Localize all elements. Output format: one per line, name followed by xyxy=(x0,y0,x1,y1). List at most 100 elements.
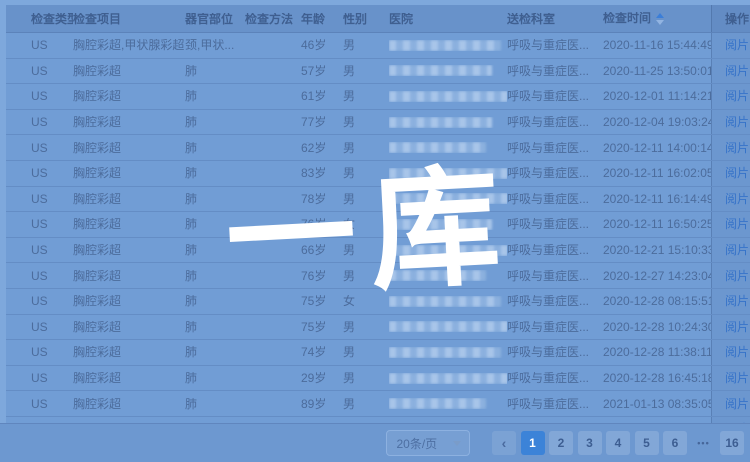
redacted-hospital-bar xyxy=(389,117,492,128)
cell-exam-item: 胸腔彩超 xyxy=(73,398,185,410)
view-film-link[interactable]: 阅片 xyxy=(725,65,749,77)
table-row: US 胸腔彩超 肺 29岁 男 呼吸与重症医... 2020-12-28 16:… xyxy=(6,366,750,392)
table-row: US 胸腔彩超 肺 61岁 男 呼吸与重症医... 2020-12-01 11:… xyxy=(6,84,750,110)
chevron-down-icon xyxy=(453,441,461,446)
cell-exam-type: US xyxy=(6,321,73,333)
view-film-link[interactable]: 阅片 xyxy=(725,142,749,154)
cell-organ: 肺 xyxy=(185,346,245,358)
cell-operation: 阅片 xyxy=(711,161,750,186)
page-number-button[interactable]: 1 xyxy=(521,431,545,455)
cell-age: 89岁 xyxy=(301,398,343,410)
view-film-link[interactable]: 阅片 xyxy=(725,244,749,256)
last-page-button[interactable]: 16 xyxy=(720,431,744,455)
table-row: US 胸腔彩超 肺 74岁 男 呼吸与重症医... 2020-12-28 11:… xyxy=(6,340,750,366)
header-hospital: 医院 xyxy=(389,13,507,25)
cell-operation: 阅片 xyxy=(711,340,750,365)
cell-exam-time: 2020-12-11 16:14:49 xyxy=(603,193,711,205)
pagination-ellipsis[interactable]: ••• xyxy=(692,431,716,455)
page-number-button[interactable]: 4 xyxy=(606,431,630,455)
radiology-exam-list-page: 检查类型 检查项目 器官部位 检查方法 年龄 性别 医院 送检科室 检查时间 操… xyxy=(0,0,750,462)
cell-exam-type: US xyxy=(6,116,73,128)
view-film-link[interactable]: 阅片 xyxy=(725,372,749,384)
cell-organ: 肺 xyxy=(185,321,245,333)
redacted-hospital-bar xyxy=(389,65,492,76)
cell-age: 77岁 xyxy=(301,116,343,128)
header-method: 检查方法 xyxy=(245,13,301,25)
cell-department: 呼吸与重症医... xyxy=(507,270,603,282)
cell-exam-type: US xyxy=(6,218,73,230)
view-film-link[interactable]: 阅片 xyxy=(725,39,749,51)
page-number-button[interactable]: 2 xyxy=(549,431,573,455)
cell-age: 57岁 xyxy=(301,65,343,77)
cell-gender: 男 xyxy=(343,116,389,128)
cell-gender: 男 xyxy=(343,167,389,179)
redacted-hospital-bar xyxy=(389,373,507,384)
cell-gender: 男 xyxy=(343,39,389,51)
redacted-hospital-bar xyxy=(389,193,507,204)
cell-age: 75岁 xyxy=(301,295,343,307)
header-gender: 性别 xyxy=(343,13,389,25)
page-number-button[interactable]: 3 xyxy=(578,431,602,455)
header-exam-time[interactable]: 检查时间 xyxy=(603,12,711,25)
view-film-link[interactable]: 阅片 xyxy=(725,346,749,358)
header-exam-item: 检查项目 xyxy=(73,13,185,25)
redacted-hospital-bar xyxy=(389,142,486,153)
cell-exam-time: 2020-12-11 16:50:25 xyxy=(603,218,711,230)
cell-hospital xyxy=(389,91,507,102)
cell-hospital xyxy=(389,117,507,128)
view-film-link[interactable]: 阅片 xyxy=(725,193,749,205)
cell-exam-item: 胸腔彩超 xyxy=(73,65,185,77)
cell-exam-time: 2020-12-28 11:38:11 xyxy=(603,346,711,358)
cell-age: 78岁 xyxy=(301,193,343,205)
table-row: US 胸腔彩超 肺 75岁 女 呼吸与重症医... 2020-12-28 08:… xyxy=(6,289,750,315)
cell-exam-time: 2020-12-28 08:15:51 xyxy=(603,295,711,307)
cell-exam-item: 胸腔彩超,甲状腺彩超 xyxy=(73,39,185,51)
cell-gender: 男 xyxy=(343,65,389,77)
cell-gender: 男 xyxy=(343,244,389,256)
header-age: 年龄 xyxy=(301,13,343,25)
view-film-link[interactable]: 阅片 xyxy=(725,398,749,410)
cell-exam-time: 2020-12-04 19:03:24 xyxy=(603,116,711,128)
cell-age: 74岁 xyxy=(301,346,343,358)
view-film-link[interactable]: 阅片 xyxy=(725,116,749,128)
view-film-link[interactable]: 阅片 xyxy=(725,218,749,230)
cell-organ: 肺 xyxy=(185,295,245,307)
view-film-link[interactable]: 阅片 xyxy=(725,270,749,282)
cell-exam-time: 2020-12-21 15:10:33 xyxy=(603,244,711,256)
cell-operation: 阅片 xyxy=(711,263,750,288)
view-film-link[interactable]: 阅片 xyxy=(725,90,749,102)
cell-operation: 阅片 xyxy=(711,110,750,135)
cell-exam-item: 胸腔彩超 xyxy=(73,372,185,384)
page-number-button[interactable]: 5 xyxy=(635,431,659,455)
header-exam-time-label: 检查时间 xyxy=(603,12,651,25)
prev-page-button[interactable]: ‹ xyxy=(492,431,516,455)
view-film-link[interactable]: 阅片 xyxy=(725,167,749,179)
cell-gender: 男 xyxy=(343,321,389,333)
view-film-link[interactable]: 阅片 xyxy=(725,295,749,307)
cell-hospital xyxy=(389,193,507,204)
cell-department: 呼吸与重症医... xyxy=(507,65,603,77)
table-row: US 胸腔彩超,甲状腺彩超 颈,甲状... 46岁 男 呼吸与重症医... 20… xyxy=(6,33,750,59)
cell-hospital xyxy=(389,373,507,384)
header-organ: 器官部位 xyxy=(185,13,245,25)
cell-exam-item: 胸腔彩超 xyxy=(73,167,185,179)
cell-department: 呼吸与重症医... xyxy=(507,167,603,179)
cell-exam-time: 2020-12-01 11:14:21 xyxy=(603,90,711,102)
cell-organ: 肺 xyxy=(185,142,245,154)
cell-gender: 女 xyxy=(343,218,389,230)
page-size-select[interactable]: 20条/页 xyxy=(386,430,470,456)
cell-exam-time: 2020-11-16 15:44:49 xyxy=(603,39,711,51)
cell-organ: 肺 xyxy=(185,218,245,230)
table-row: US 胸腔彩超 肺 75岁 男 呼吸与重症医... 2020-12-28 10:… xyxy=(6,315,750,341)
cell-operation: 阅片 xyxy=(711,212,750,237)
table-row: US 胸腔彩超 肺 78岁 男 呼吸与重症医... 2020-12-11 16:… xyxy=(6,187,750,213)
cell-gender: 男 xyxy=(343,142,389,154)
cell-hospital xyxy=(389,270,507,281)
cell-gender: 女 xyxy=(343,295,389,307)
sort-caret-icon[interactable] xyxy=(656,13,664,25)
cell-hospital xyxy=(389,219,507,230)
view-film-link[interactable]: 阅片 xyxy=(725,321,749,333)
page-number-button[interactable]: 6 xyxy=(663,431,687,455)
cell-department: 呼吸与重症医... xyxy=(507,142,603,154)
cell-exam-item: 胸腔彩超 xyxy=(73,116,185,128)
